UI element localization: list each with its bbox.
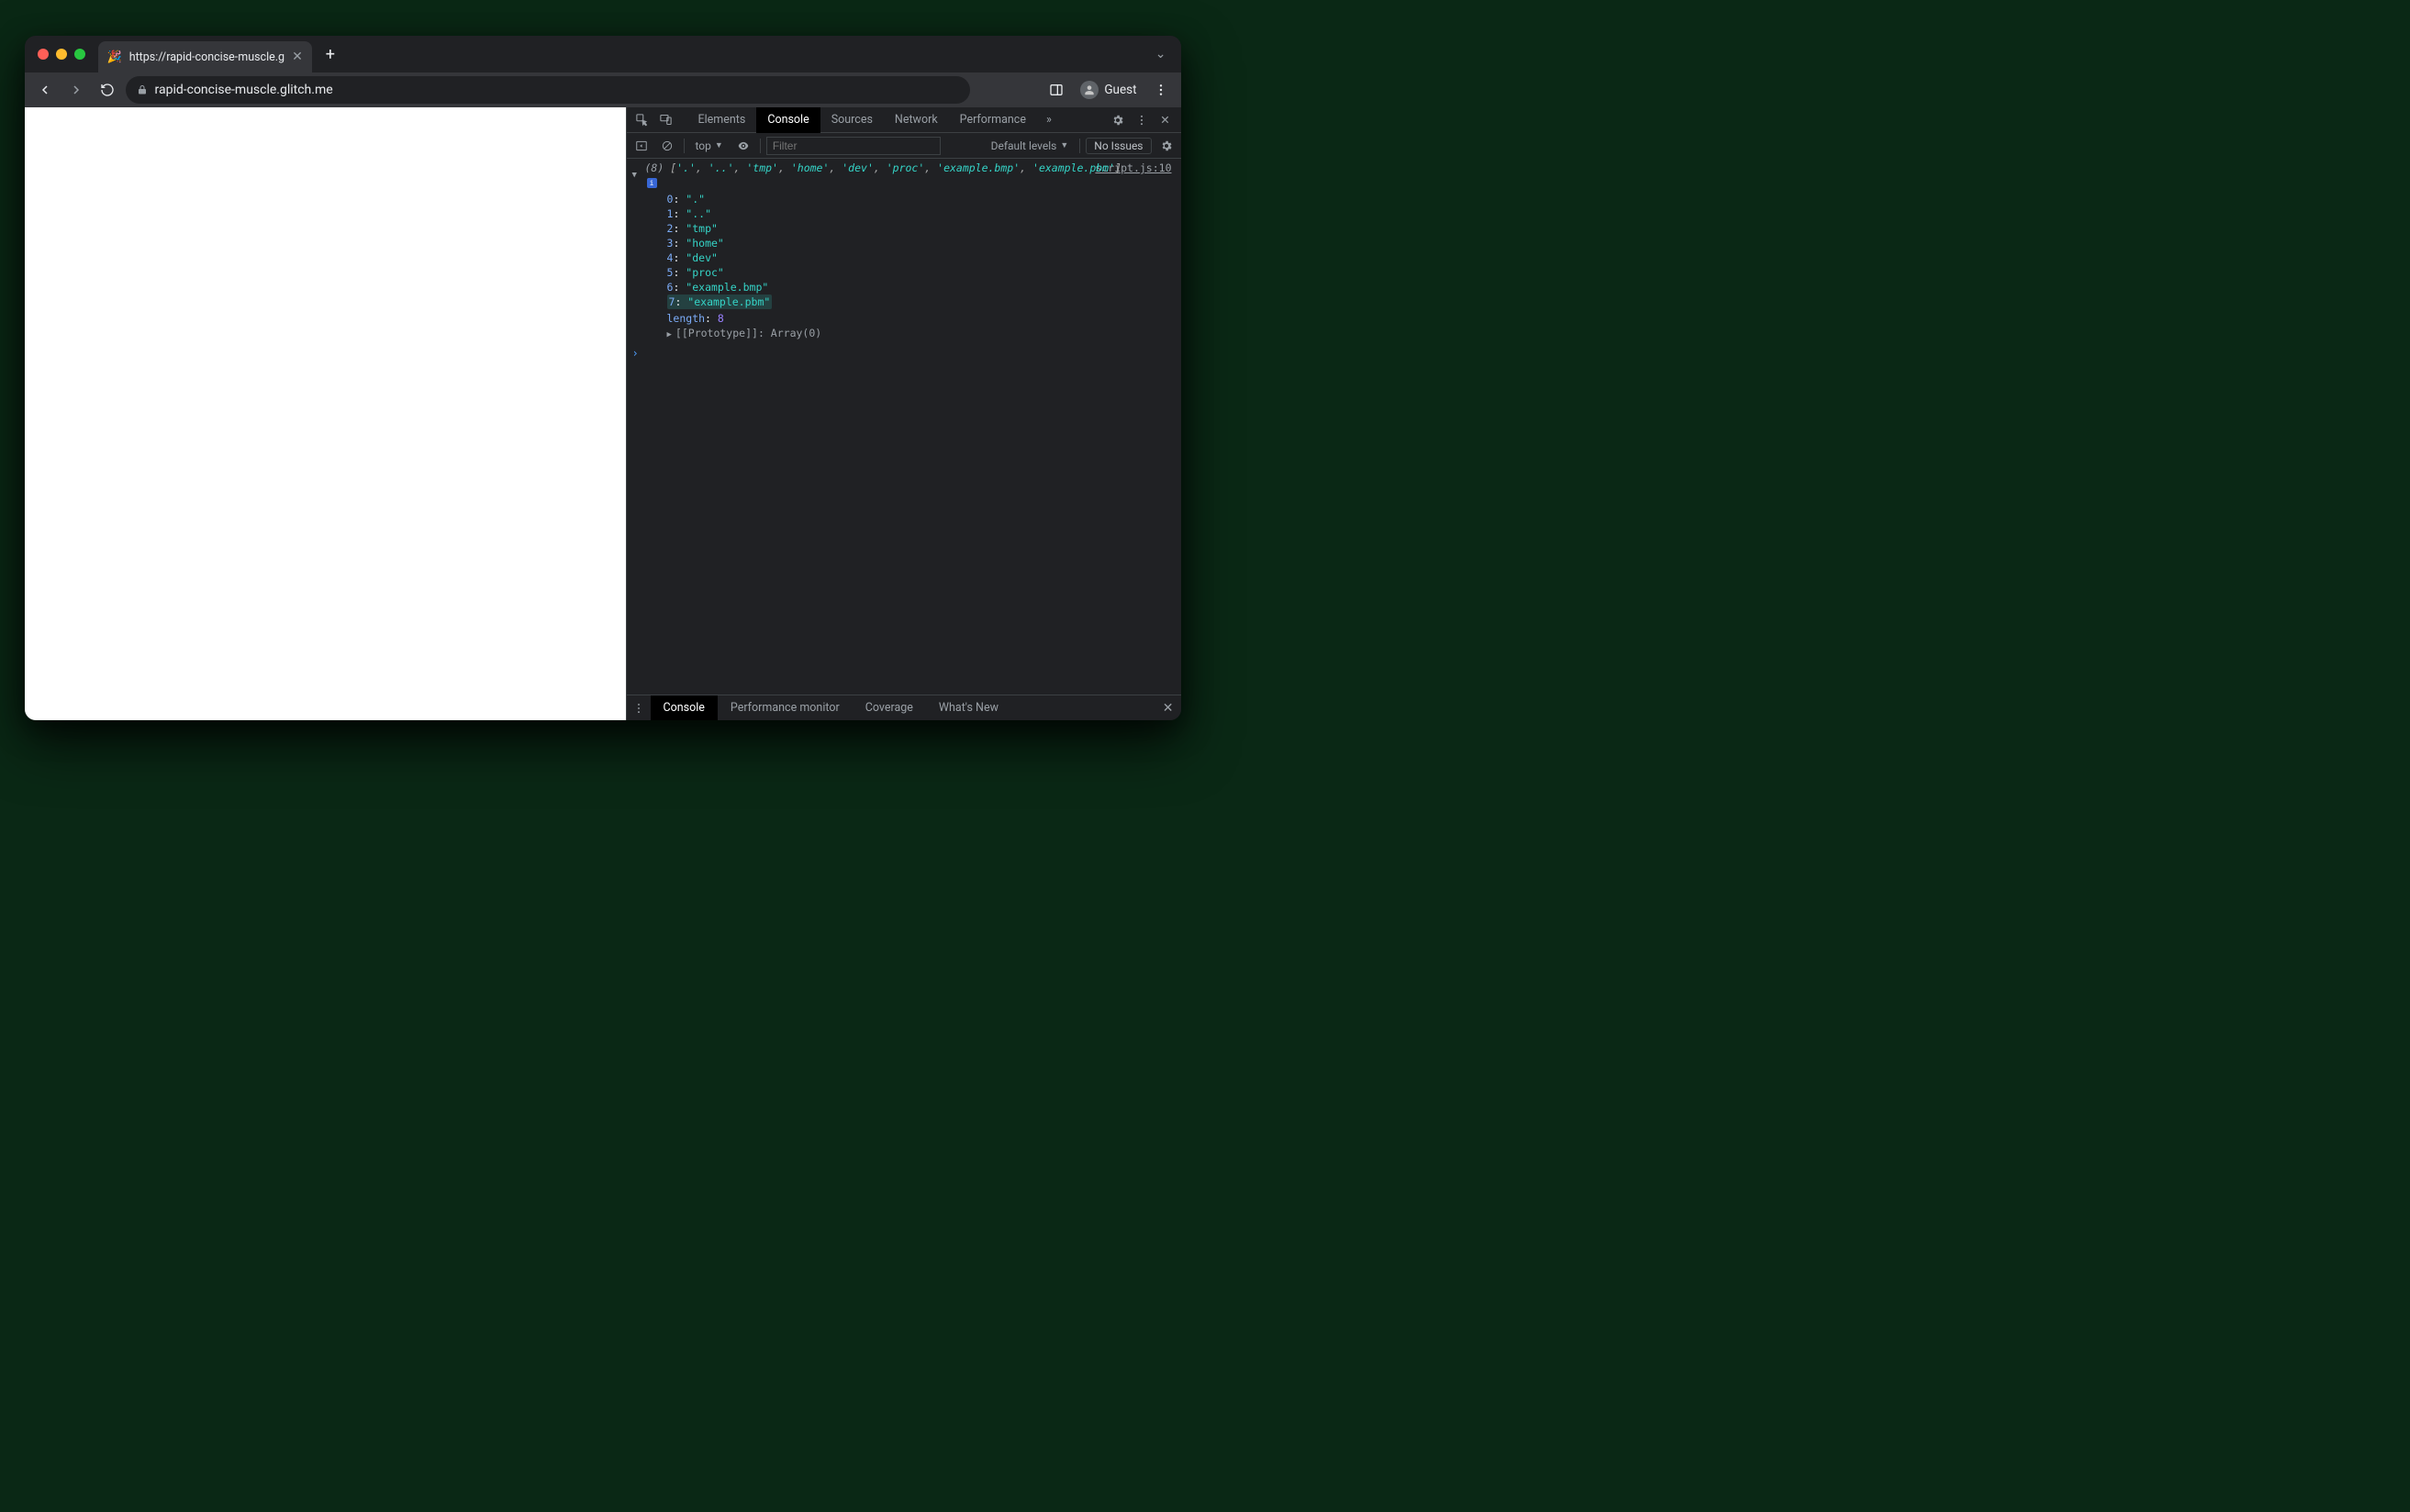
console-log-entry[interactable]: ▼ (8) ['.', '..', 'tmp', 'home', 'dev', … <box>627 159 1181 342</box>
maximize-window-button[interactable] <box>74 49 85 60</box>
forward-button[interactable] <box>63 77 89 103</box>
drawer-tab-performance-monitor[interactable]: Performance monitor <box>718 695 853 721</box>
disclosure-triangle-icon[interactable]: ▼ <box>632 168 637 183</box>
context-label: top <box>696 139 711 152</box>
tab-overflow-button[interactable]: ⌄ <box>1150 41 1172 67</box>
devtools-tabbar: Elements Console Sources Network Perform… <box>627 107 1181 133</box>
address-bar[interactable]: rapid-concise-muscle.glitch.me <box>126 76 970 104</box>
browser-menu-button[interactable] <box>1148 77 1174 103</box>
tab-favicon: 🎉 <box>107 50 122 64</box>
drawer-tab-coverage[interactable]: Coverage <box>853 695 926 721</box>
console-prompt[interactable]: › <box>627 342 1181 364</box>
new-tab-button[interactable]: + <box>318 41 343 67</box>
issues-button[interactable]: No Issues <box>1086 138 1151 154</box>
console-output[interactable]: script.js:10 ▼ (8) ['.', '..', 'tmp', 'h… <box>627 159 1181 695</box>
device-toolbar-button[interactable] <box>654 108 678 132</box>
drawer-tab-console[interactable]: Console <box>651 695 718 721</box>
log-levels-selector[interactable]: Default levels ▼ <box>986 139 1075 152</box>
profile-button[interactable]: Guest <box>1073 77 1144 103</box>
tab-close-button[interactable]: ✕ <box>292 50 303 64</box>
tab-elements[interactable]: Elements <box>687 107 757 133</box>
devtools-drawer: Console Performance monitor Coverage Wha… <box>627 695 1181 720</box>
url-text: rapid-concise-muscle.glitch.me <box>155 83 333 97</box>
console-toolbar: top ▼ Default levels ▼ No Issues <box>627 133 1181 159</box>
console-settings-button[interactable] <box>1155 135 1177 157</box>
browser-tab[interactable]: 🎉 https://rapid-concise-muscle.g ✕ <box>98 41 312 72</box>
clear-console-button[interactable] <box>656 135 678 157</box>
back-button[interactable] <box>32 77 58 103</box>
devtools-settings-button[interactable] <box>1106 108 1130 132</box>
tab-title: https://rapid-concise-muscle.g <box>129 50 285 64</box>
inspect-element-button[interactable] <box>630 108 654 132</box>
browser-toolbar: rapid-concise-muscle.glitch.me Guest <box>25 72 1181 107</box>
console-sidebar-toggle[interactable] <box>630 135 653 157</box>
prototype-row[interactable]: ▶[[Prototype]]: Array(0) <box>645 326 1176 342</box>
side-panel-button[interactable] <box>1043 77 1069 103</box>
tab-sources[interactable]: Sources <box>820 107 884 133</box>
content-area: Elements Console Sources Network Perform… <box>25 107 1181 720</box>
drawer-tab-whats-new[interactable]: What's New <box>926 695 1011 721</box>
close-window-button[interactable] <box>38 49 49 60</box>
live-expression-button[interactable] <box>732 135 754 157</box>
devtools-panel: Elements Console Sources Network Perform… <box>626 107 1181 720</box>
lock-icon <box>137 84 148 95</box>
tabs-overflow-button[interactable]: » <box>1037 108 1061 132</box>
console-filter-input[interactable] <box>766 137 941 155</box>
drawer-menu-button[interactable] <box>627 702 651 715</box>
levels-label: Default levels <box>991 139 1057 152</box>
page-viewport[interactable] <box>25 107 626 720</box>
tab-strip: 🎉 https://rapid-concise-muscle.g ✕ + ⌄ <box>25 36 1181 72</box>
tab-network[interactable]: Network <box>884 107 949 133</box>
array-summary: (8) ['.', '..', 'tmp', 'home', 'dev', 'p… <box>645 161 1121 174</box>
minimize-window-button[interactable] <box>56 49 67 60</box>
array-entries: 0: "."1: ".."2: "tmp"3: "home"4: "dev"5:… <box>645 192 1176 309</box>
tab-console[interactable]: Console <box>756 107 820 133</box>
drawer-close-button[interactable]: ✕ <box>1155 701 1181 716</box>
tab-performance[interactable]: Performance <box>949 107 1037 133</box>
reload-button[interactable] <box>95 77 120 103</box>
issues-label: No Issues <box>1094 139 1143 152</box>
browser-window: 🎉 https://rapid-concise-muscle.g ✕ + ⌄ r… <box>25 36 1181 720</box>
execution-context-selector[interactable]: top ▼ <box>690 139 729 152</box>
devtools-menu-button[interactable] <box>1130 108 1154 132</box>
window-controls <box>38 49 85 60</box>
info-badge-icon[interactable]: i <box>647 178 657 188</box>
devtools-close-button[interactable]: ✕ <box>1154 108 1177 132</box>
avatar-icon <box>1080 81 1099 99</box>
profile-label: Guest <box>1104 83 1136 97</box>
